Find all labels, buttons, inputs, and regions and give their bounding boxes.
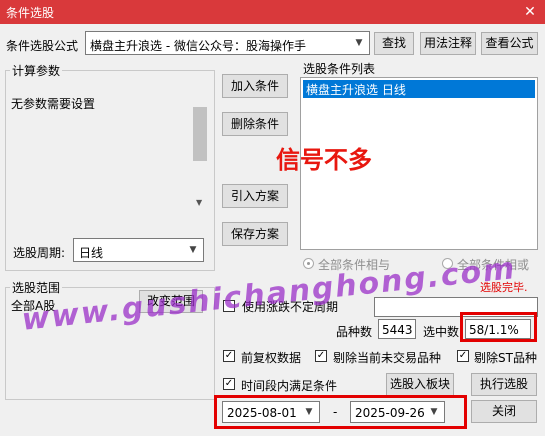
execute-button[interactable]: 执行选股	[471, 373, 537, 396]
and-radio[interactable]	[303, 258, 314, 269]
list-item-label: 横盘主升浪选 日线	[306, 83, 406, 97]
exclude-untraded-checkbox[interactable]: ✓	[315, 350, 327, 362]
chevron-down-icon: ▼	[355, 38, 363, 48]
scroll-thumb[interactable]	[193, 107, 207, 161]
period-select-value: 日线	[79, 246, 104, 260]
time-range-checkbox[interactable]: ✓	[223, 378, 235, 390]
conditions-list-title: 选股条件列表	[303, 62, 376, 76]
formula-select-value: 横盘主升浪选 - 微信公众号：股海操作手	[90, 39, 306, 53]
annotation-highlight-box	[460, 312, 537, 342]
chevron-down-icon[interactable]: ▼	[196, 198, 202, 207]
exclude-untraded-label: 剔除当前未交易品种	[333, 351, 442, 365]
annotation-highlight-box	[214, 395, 467, 429]
prev-adjusted-checkbox[interactable]: ✓	[223, 350, 235, 362]
find-button[interactable]: 查找	[374, 32, 414, 55]
view-formula-button[interactable]: 查看公式	[481, 32, 538, 55]
title-bar: 条件选股 ✕	[0, 0, 545, 24]
close-button[interactable]: 关闭	[471, 400, 537, 423]
selected-count-label: 选中数	[423, 325, 460, 339]
params-text: 无参数需要设置	[11, 97, 96, 111]
time-range-label: 时间段内满足条件	[241, 379, 338, 393]
total-count-value: 5443	[382, 323, 413, 337]
close-icon[interactable]: ✕	[515, 0, 545, 24]
exclude-st-checkbox[interactable]: ✓	[457, 350, 469, 362]
prev-adjusted-label: 前复权数据	[241, 351, 302, 365]
import-plan-button[interactable]: 引入方案	[222, 184, 288, 208]
params-group-title: 计算参数	[10, 62, 63, 79]
usage-button[interactable]: 用法注释	[420, 32, 476, 55]
add-condition-button[interactable]: 加入条件	[222, 74, 288, 98]
remove-condition-button[interactable]: 删除条件	[222, 112, 288, 136]
save-plan-button[interactable]: 保存方案	[222, 222, 288, 246]
scope-group-title: 选股范围	[10, 279, 63, 296]
period-select[interactable]: 日线 ▼	[73, 238, 204, 262]
exclude-st-label: 剔除ST品种	[474, 351, 537, 365]
formula-label: 条件选股公式	[6, 39, 79, 53]
annotation-text: 信号不多	[276, 146, 372, 174]
period-label: 选股周期:	[13, 246, 66, 260]
params-scrollbar[interactable]: ▼	[193, 82, 207, 212]
formula-select[interactable]: 横盘主升浪选 - 微信公众号：股海操作手 ▼	[85, 31, 370, 55]
chevron-down-icon: ▼	[189, 245, 197, 255]
list-item[interactable]: 横盘主升浪选 日线	[303, 80, 535, 98]
to-block-button[interactable]: 选股入板块	[386, 373, 454, 396]
window-title: 条件选股	[6, 6, 55, 20]
